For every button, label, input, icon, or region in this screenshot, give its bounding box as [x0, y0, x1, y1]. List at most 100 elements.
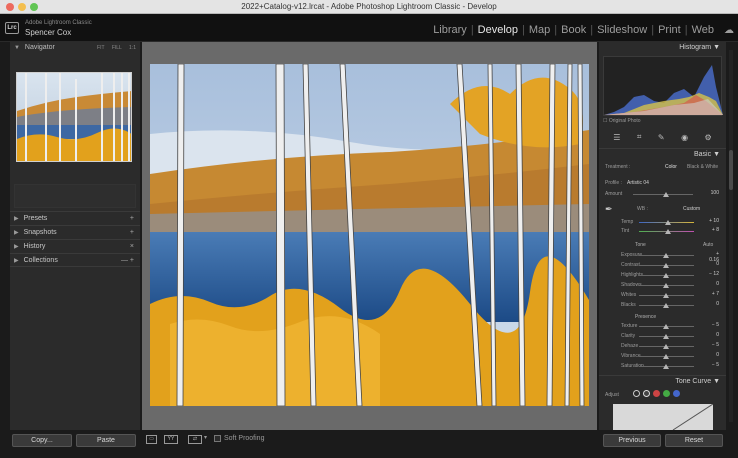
navigator-header[interactable]: ▼ Navigator FIT FILL 1:1: [10, 42, 140, 54]
parametric-curve-icon[interactable]: [633, 390, 640, 397]
navigator-label: Navigator: [24, 44, 55, 51]
masking-icon[interactable]: ⚙: [705, 133, 712, 142]
blacks-slider-handle[interactable]: [663, 303, 669, 308]
navigator-preview[interactable]: [16, 72, 132, 162]
amount-slider-handle[interactable]: [663, 192, 669, 197]
temp-value[interactable]: + 10: [705, 218, 719, 224]
dehaze-slider-handle[interactable]: [663, 344, 669, 349]
cloud-icon[interactable]: ☁: [724, 25, 734, 36]
module-develop[interactable]: Develop: [474, 24, 522, 36]
profile-value[interactable]: Artistic 04: [627, 180, 649, 186]
before-after-icon[interactable]: YY: [164, 435, 178, 444]
auto-tone-button[interactable]: Auto: [703, 242, 713, 248]
clarity-slider-handle[interactable]: [663, 334, 669, 339]
profile-label: Profile :: [605, 180, 622, 186]
module-map[interactable]: Map: [525, 24, 554, 36]
previous-button[interactable]: Previous: [603, 434, 661, 447]
module-slideshow[interactable]: Slideshow: [593, 24, 651, 36]
tint-label: Tint: [621, 228, 630, 234]
history-section[interactable]: ▶ History ×: [10, 239, 140, 253]
zoom-fit[interactable]: FIT: [97, 45, 104, 51]
zoom-fill[interactable]: FILL: [112, 45, 122, 51]
presets-section[interactable]: ▶ Presets +: [10, 211, 140, 225]
treatment-color-option[interactable]: Color: [665, 164, 677, 170]
contrast-value[interactable]: 0: [705, 261, 719, 267]
module-book[interactable]: Book: [557, 24, 590, 36]
wb-value[interactable]: Custom: [683, 206, 700, 212]
highlights-value[interactable]: − 12: [705, 271, 719, 277]
add-preset-icon[interactable]: +: [130, 212, 134, 226]
collapse-triangle-icon: ▼: [713, 378, 720, 385]
temp-label: Temp: [621, 219, 634, 225]
shadows-slider-handle[interactable]: [663, 283, 669, 288]
history-label: History: [23, 243, 46, 250]
saturation-slider-handle[interactable]: [663, 364, 669, 369]
basic-label: Basic: [693, 151, 712, 158]
whites-slider-handle[interactable]: [663, 293, 669, 298]
right-panel-scrollbar[interactable]: [729, 50, 733, 422]
highlights-slider-handle[interactable]: [663, 273, 669, 278]
reset-button[interactable]: Reset: [665, 434, 723, 447]
green-channel-icon[interactable]: [663, 390, 670, 397]
eyedropper-icon[interactable]: ✒: [605, 204, 613, 215]
expand-triangle-icon: ▶: [14, 244, 19, 250]
whites-value[interactable]: + 7: [705, 291, 719, 297]
bottom-toolbar: Copy... Paste ▭ YY ⇄ ▾ Soft Proofing Pre…: [0, 430, 738, 458]
exposure-slider-handle[interactable]: [663, 253, 669, 258]
original-photo-toggle[interactable]: ☐ Original Photo: [603, 118, 641, 124]
tone-curve-graph[interactable]: [613, 403, 714, 431]
clarity-value[interactable]: 0: [705, 332, 719, 338]
tone-curve-label: Tone Curve: [675, 378, 712, 385]
main-image-area: [142, 42, 597, 430]
curve-channel-selector: [633, 390, 680, 397]
texture-slider-handle[interactable]: [663, 324, 669, 329]
whites-label: Whites: [621, 292, 637, 298]
vibrance-slider-handle[interactable]: [663, 354, 669, 359]
wb-label: WB :: [637, 206, 648, 212]
crop-icon[interactable]: ⌗: [637, 132, 642, 142]
main-photo[interactable]: [150, 64, 589, 406]
tint-slider-handle[interactable]: [665, 229, 671, 234]
soft-proofing-checkbox[interactable]: [214, 435, 221, 442]
before-after-options-icon[interactable]: ⇄: [188, 435, 202, 444]
clear-history-icon[interactable]: ×: [130, 240, 134, 254]
snapshots-label: Snapshots: [23, 229, 57, 236]
red-channel-icon[interactable]: [653, 390, 660, 397]
dehaze-value[interactable]: − 5: [705, 342, 719, 348]
vibrance-value[interactable]: 0: [705, 352, 719, 358]
snapshots-section[interactable]: ▶ Snapshots +: [10, 225, 140, 239]
module-library[interactable]: Library: [429, 24, 471, 36]
histogram[interactable]: [603, 56, 723, 116]
healing-icon[interactable]: ✎: [658, 133, 665, 142]
basic-header[interactable]: Basic ▼: [599, 148, 726, 160]
dropdown-arrow-icon[interactable]: ▾: [204, 434, 207, 441]
zoom-1to1[interactable]: 1:1: [129, 45, 136, 51]
edit-sliders-icon[interactable]: ☰: [613, 133, 620, 142]
copy-button[interactable]: Copy...: [12, 434, 72, 447]
treatment-bw-option[interactable]: Black & White: [687, 164, 718, 170]
loupe-view-icon[interactable]: ▭: [146, 435, 157, 444]
tone-curve-header[interactable]: Tone Curve ▼: [599, 375, 726, 387]
saturation-value[interactable]: − 5: [705, 362, 719, 368]
right-panel-scroll-thumb[interactable]: [729, 150, 733, 190]
module-print[interactable]: Print: [654, 24, 685, 36]
amount-value[interactable]: 100: [705, 190, 719, 196]
shadows-value[interactable]: 0: [705, 281, 719, 287]
paste-button[interactable]: Paste: [76, 434, 136, 447]
blacks-value[interactable]: 0: [705, 301, 719, 307]
presence-label: Presence: [635, 314, 657, 320]
collections-section[interactable]: ▶ Collections — +: [10, 253, 140, 267]
module-picker: Library | Develop | Map | Book | Slideshow | …: [429, 24, 734, 36]
add-snapshot-icon[interactable]: +: [130, 226, 134, 240]
collections-label: Collections: [23, 257, 58, 264]
texture-value[interactable]: − 5: [705, 322, 719, 328]
blue-channel-icon[interactable]: [673, 390, 680, 397]
tint-value[interactable]: + 8: [705, 227, 719, 233]
redeye-icon[interactable]: ◉: [681, 133, 688, 142]
histogram-header[interactable]: Histogram ▼: [599, 42, 726, 54]
temp-slider-handle[interactable]: [665, 220, 671, 225]
point-curve-icon[interactable]: [643, 390, 650, 397]
contrast-slider-handle[interactable]: [663, 263, 669, 268]
module-web[interactable]: Web: [688, 24, 718, 36]
collections-controls-icon[interactable]: — +: [121, 254, 134, 268]
